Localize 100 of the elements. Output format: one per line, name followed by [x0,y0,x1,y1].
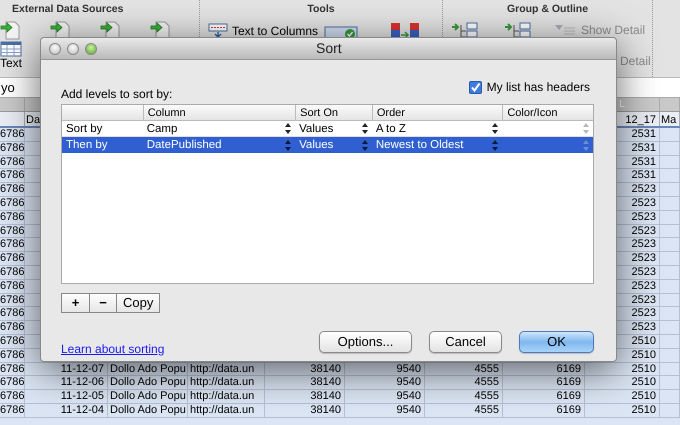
add-level-button[interactable]: + [62,294,89,312]
table-cell: 2510 [632,404,656,416]
table-cell: 9540 [396,362,421,375]
table-cell: 6786 [0,266,24,278]
minimize-button[interactable] [67,42,79,54]
table-cell: 2531 [632,156,656,168]
table-cell: 6169 [556,390,581,402]
table-cell: 2523 [632,252,656,264]
table-cell: 2531 [632,142,656,154]
table-cell: 6786 [0,390,24,402]
table-cell: 6786 [0,321,24,334]
headers-checkbox[interactable] [468,80,482,94]
table-cell: 6786 [0,142,24,154]
cancel-button[interactable]: Cancel [429,331,502,353]
remove-level-button[interactable]: − [89,294,116,312]
table-cell: 2523 [632,238,656,250]
table-cell: 6786 [0,196,24,209]
column-select[interactable]: DatePublished [146,137,222,153]
document-import-icon[interactable] [0,20,22,40]
stepper-icon[interactable] [492,123,498,134]
group-rows-icon[interactable] [451,22,479,38]
table-cell: 11-12-05 [60,390,104,402]
order-select[interactable]: A to Z [376,120,406,136]
column-header[interactable]: Order [376,107,405,119]
ok-button[interactable]: OK [519,331,594,353]
header-cell: Da [26,114,40,126]
table-cell: 6786 [0,376,24,388]
table-cell: 2523 [632,183,656,196]
column-select[interactable]: Camp [146,120,178,136]
table-cell: 9540 [396,390,421,402]
table-cell: 38140 [310,376,341,388]
sort-on-select[interactable]: Values [299,120,334,136]
table-cell: 2523 [632,307,656,320]
cell-content-field[interactable]: yo [0,78,15,98]
table-cell: 6786 [0,169,24,182]
table-cell: 9540 [396,404,421,416]
checkbox-label: My list has headers [486,79,590,96]
table-cell: 4555 [474,376,499,388]
header-cell: 12_17 [625,114,656,126]
close-button[interactable] [49,42,61,54]
table-cell: 11-12-04 [60,404,104,416]
stepper-icon[interactable] [362,123,368,134]
table-cell: 2523 [632,280,656,292]
copy-level-button[interactable]: Copy [116,294,160,312]
column-header[interactable]: Color/Icon [507,107,558,119]
table-cell: 2523 [632,224,656,237]
table-cell: 2523 [632,266,656,278]
text-to-columns-button[interactable]: Text to Columns [232,22,318,40]
table-cell: 38140 [310,362,341,375]
table-cell: 2510 [632,390,656,402]
table-cell: http://data.un [190,390,254,402]
level-label: Then by [66,138,108,153]
table-cell: Dollo Ado Popu [110,376,186,388]
column-header[interactable]: Sort On [300,107,338,119]
sort-level-row[interactable]: Then by DatePublished Values Newest to Oldest [62,137,593,153]
table-cell: Dollo Ado Popu [110,404,186,416]
text-import-label[interactable]: Text [0,57,22,70]
help-link[interactable]: Learn about sorting [61,340,164,358]
group-title: External Data Sources [11,2,124,17]
stepper-icon[interactable] [285,123,292,134]
window-title: Sort [316,39,342,58]
table-cell: 6169 [556,376,581,388]
column-header[interactable]: Column [148,107,186,119]
table-cell: http://data.un [190,404,254,416]
options-button[interactable]: Options... [319,331,412,353]
table-cell: 6169 [556,362,581,375]
table-cell: 6786 [0,362,24,375]
order-select[interactable]: Newest to Oldest [376,137,464,153]
table-cell: 2523 [632,210,656,223]
table-cell: 2531 [632,169,656,182]
ungroup-rows-icon[interactable] [504,22,532,38]
show-detail-icon [554,24,576,36]
table-cell: http://data.un [190,362,254,375]
table-cell: 38140 [310,390,341,402]
table-cell: 9540 [396,376,421,388]
table-cell: 2510 [632,348,656,361]
sort-level-row[interactable]: Sort by Camp Values A to Z [62,121,593,137]
table-cell: 4555 [474,390,499,402]
table-cell: Dollo Ado Popu [110,390,186,402]
columns-split-icon[interactable] [208,23,228,39]
table-cell: 2510 [632,334,656,347]
table-cell: 2523 [632,321,656,334]
instruction-text: Add levels to sort by: [61,86,172,103]
sort-on-select[interactable]: Values [299,137,334,153]
level-label: Sort by [66,122,102,136]
table-cell: 6786 [0,280,24,292]
table-cell: 6786 [0,307,24,320]
table-cell: 6786 [0,224,24,237]
zoom-button[interactable] [85,42,97,54]
table-cell: 6786 [0,210,24,223]
table-cell: 2510 [632,376,656,388]
table-cell: 11-12-06 [60,376,104,388]
table-icon[interactable] [0,41,22,57]
table-cell: 6786 [0,183,24,196]
table-cell: http://data.un [190,376,254,388]
table-cell: 6786 [0,156,24,168]
table-cell: 4555 [474,362,499,375]
table-cell: Dollo Ado Popu [110,362,186,375]
table-cell: 6786 [0,294,24,306]
table-cell: 2523 [632,196,656,209]
